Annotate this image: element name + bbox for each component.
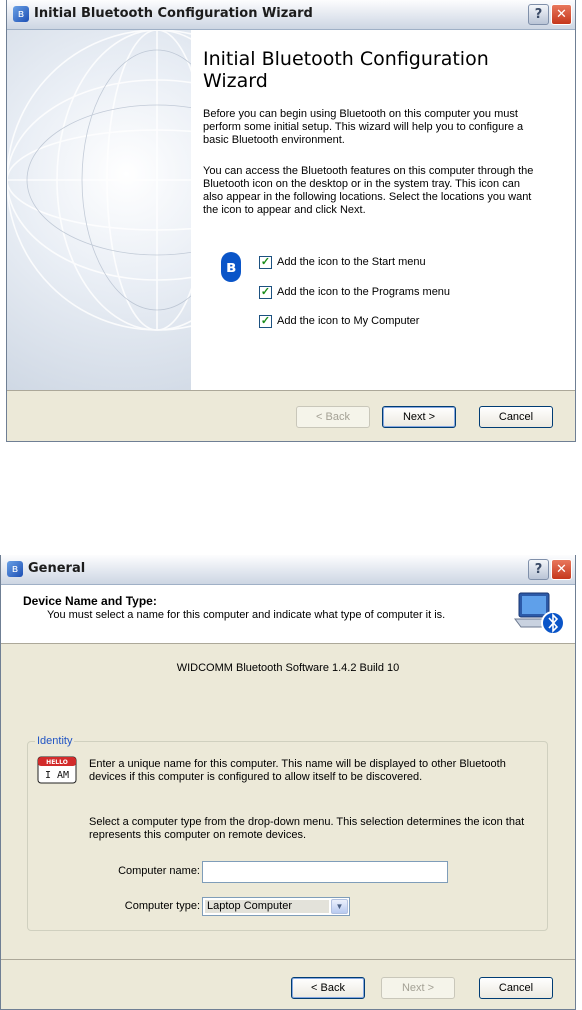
bluetooth-icon: ʙ — [221, 252, 241, 282]
general-window-title: General — [28, 561, 86, 576]
chevron-down-icon[interactable]: ▼ — [331, 899, 348, 914]
identity-group-title: Identity — [35, 735, 75, 747]
my-computer-checkbox-row[interactable]: ✓ Add the icon to My Computer — [259, 313, 419, 329]
computer-type-value[interactable]: Laptop Computer — [205, 900, 329, 913]
header-subtitle: You must select a name for this computer… — [47, 609, 446, 621]
wizard-intro-text: Before you can begin using Bluetooth on … — [203, 108, 524, 146]
general-header: Device Name and Type: You must select a … — [1, 585, 575, 644]
general-titlebar[interactable]: ʙ General ? ✕ — [1, 555, 575, 585]
wizard-next-button[interactable]: Next > — [382, 406, 456, 428]
general-back-button[interactable]: < Back — [291, 977, 365, 999]
start-menu-checkbox-row[interactable]: ✓ Add the icon to the Start menu — [259, 254, 426, 270]
general-window: ʙ General ? ✕ Device Name and Type: You … — [0, 555, 576, 1010]
start-menu-checkbox[interactable]: ✓ — [259, 255, 272, 269]
identity-name-text: Enter a unique name for this computer. T… — [89, 758, 506, 783]
my-computer-checkbox[interactable]: ✓ — [259, 314, 272, 328]
wizard-cancel-button[interactable]: Cancel — [479, 406, 553, 428]
computer-type-label: Computer type: — [124, 900, 200, 912]
help-button[interactable]: ? — [528, 4, 549, 25]
bluetooth-window-icon: ʙ — [7, 561, 23, 577]
start-menu-checkbox-label[interactable]: Add the icon to the Start menu — [277, 256, 426, 268]
wizard-content: Initial Bluetooth Configuration Wizard B… — [191, 30, 575, 390]
globe-graphic — [7, 30, 191, 331]
programs-menu-checkbox-row[interactable]: ✓ Add the icon to the Programs menu — [259, 284, 450, 300]
close-button[interactable]: ✕ — [551, 4, 572, 25]
wizard-back-button[interactable]: < Back — [296, 406, 370, 428]
hello-name-tag-icon: HELLO I AM — [37, 756, 77, 784]
programs-menu-checkbox-label[interactable]: Add the icon to the Programs menu — [277, 286, 450, 298]
header-title: Device Name and Type: — [23, 594, 157, 608]
general-next-button[interactable]: Next > — [381, 977, 455, 999]
software-version: WIDCOMM Bluetooth Software 1.4.2 Build 1… — [176, 662, 400, 674]
computer-name-input[interactable] — [202, 861, 448, 883]
hello-tag-top-text: HELLO — [46, 759, 68, 766]
wizard-window-title: Initial Bluetooth Configuration Wizard — [34, 6, 313, 21]
programs-menu-checkbox[interactable]: ✓ — [259, 285, 272, 299]
identity-type-text: Select a computer type from the drop-dow… — [89, 816, 525, 841]
close-button[interactable]: ✕ — [551, 559, 572, 580]
computer-type-dropdown[interactable]: Laptop Computer ▼ — [202, 897, 350, 916]
general-divider — [1, 959, 575, 960]
my-computer-checkbox-label[interactable]: Add the icon to My Computer — [277, 315, 419, 327]
wizard-heading: Initial Bluetooth Configuration Wizard — [203, 48, 489, 92]
computer-name-label: Computer name: — [118, 865, 200, 877]
wizard-window: ʙ Initial Bluetooth Configuration Wizard… — [6, 0, 576, 442]
general-cancel-button[interactable]: Cancel — [479, 977, 553, 999]
help-button[interactable]: ? — [528, 559, 549, 580]
wizard-titlebar[interactable]: ʙ Initial Bluetooth Configuration Wizard… — [7, 0, 575, 30]
bluetooth-window-icon: ʙ — [13, 6, 29, 22]
laptop-bluetooth-icon — [514, 592, 565, 635]
wizard-divider — [7, 390, 575, 391]
wizard-locations-text: You can access the Bluetooth features on… — [203, 165, 534, 216]
hello-tag-bottom-text: I AM — [45, 770, 69, 781]
